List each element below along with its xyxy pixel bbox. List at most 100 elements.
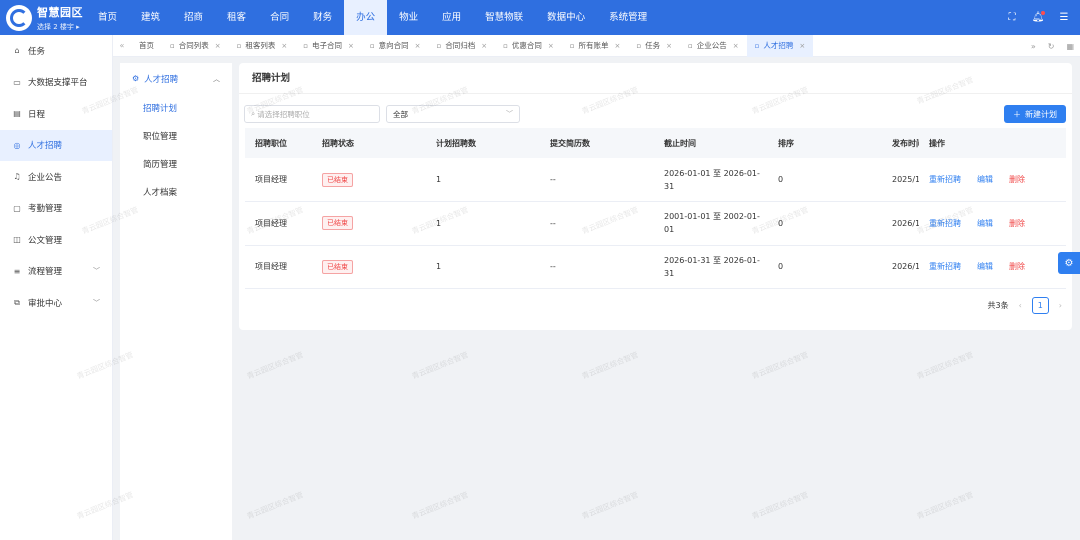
column-header: 排序 <box>768 128 882 158</box>
fullscreen-icon[interactable]: ⛶ <box>1006 12 1018 24</box>
nav-item-7[interactable]: 物业 <box>387 0 430 35</box>
nav-item-1[interactable]: 建筑 <box>129 0 172 35</box>
close-icon[interactable]: × <box>481 42 487 50</box>
nav-item-8[interactable]: 应用 <box>430 0 473 35</box>
brand[interactable]: 智慧园区 选择 2 楼宇 ▸ <box>0 4 86 32</box>
sidebar-item-4[interactable]: ♫ 企业公告 <box>0 161 112 193</box>
sub-menu-item-2[interactable]: 简历管理 <box>120 150 232 178</box>
sidebar-item-label: 流程管理 <box>28 267 63 278</box>
sub-menu-item-1[interactable]: 职位管理 <box>120 122 232 150</box>
sidebar-item-2[interactable]: ▤ 日程 <box>0 98 112 130</box>
tab-5[interactable]: ▫ 合同归档 × <box>429 35 496 57</box>
close-icon[interactable]: × <box>666 42 672 50</box>
delete-link[interactable]: 删除 <box>1009 219 1025 228</box>
restart-recruit-link[interactable]: 重新招聘 <box>929 262 961 271</box>
tab-6[interactable]: ▫ 优惠合同 × <box>495 35 562 57</box>
sidebar-item-label: 大数据支撑平台 <box>28 78 88 89</box>
menu-icon[interactable]: ☰ <box>1058 12 1070 24</box>
sidebar-item-3[interactable]: ◎ 人才招聘 <box>0 129 112 161</box>
close-icon[interactable]: × <box>615 42 621 50</box>
tab-1[interactable]: ▫ 合同列表 × <box>162 35 229 57</box>
tab-page-icon: ▫ <box>303 41 308 50</box>
main-nav: 首页 建筑 招商 租客 合同 财务 办公 物业 应用 智慧物联 数据中心 系统管理 <box>86 0 659 35</box>
tab-page-icon: ▫ <box>569 41 575 50</box>
sub-menu-head-label: 人才招聘 <box>144 74 179 85</box>
status-select-value: 全部 <box>393 109 408 119</box>
close-icon[interactable]: × <box>215 42 221 50</box>
calendar-icon: ▤ <box>13 109 21 119</box>
tab-0[interactable]: 首页 <box>131 35 162 57</box>
restart-recruit-link[interactable]: 重新招聘 <box>929 175 961 184</box>
tab-scroll-right-icon[interactable]: » <box>1031 42 1036 51</box>
tab-4[interactable]: ▫ 意向合同 × <box>362 35 429 57</box>
close-icon[interactable]: × <box>415 42 421 50</box>
building-selector[interactable]: 选择 2 楼宇 ▸ <box>37 22 83 32</box>
close-icon[interactable]: × <box>799 42 805 50</box>
nav-item-3[interactable]: 租客 <box>215 0 258 35</box>
nav-item-2[interactable]: 招商 <box>172 0 215 35</box>
tab-2[interactable]: ▫ 租客列表 × <box>229 35 296 57</box>
prev-page-icon[interactable]: ‹ <box>1019 301 1022 310</box>
edit-link[interactable]: 编辑 <box>977 175 993 184</box>
search-placeholder: 请选择招聘职位 <box>257 109 310 119</box>
nav-item-9[interactable]: 智慧物联 <box>473 0 535 35</box>
nav-item-11[interactable]: 系统管理 <box>597 0 659 35</box>
deadline-cell: 2026-01-01 至 2026-01-31 <box>654 158 768 202</box>
status-select[interactable]: 全部 ﹀ <box>386 105 520 123</box>
close-icon[interactable]: × <box>281 42 287 50</box>
edit-link[interactable]: 编辑 <box>977 219 993 228</box>
sub-menu-item-0[interactable]: 招聘计划 <box>120 94 232 122</box>
watermark: 青云园区综合智管 <box>580 490 640 521</box>
position-search-input[interactable]: ⌕ 请选择招聘职位 <box>244 105 380 123</box>
nav-item-5[interactable]: 财务 <box>301 0 344 35</box>
close-icon[interactable]: × <box>548 42 554 50</box>
sidebar-item-8[interactable]: ⧉ 审批中心 ﹀ <box>0 287 112 319</box>
refresh-icon[interactable]: ↻ <box>1048 42 1055 51</box>
sidebar-item-1[interactable]: ▭ 大数据支撑平台 <box>0 67 112 99</box>
bell-icon[interactable]: 🔔︎ <box>1032 10 1045 24</box>
recruit-icon: ◎ <box>13 140 21 150</box>
tab-10[interactable]: ▫ 人才招聘 × <box>746 34 814 57</box>
status-badge: 已结束 <box>322 172 353 187</box>
tab-3[interactable]: ▫ 电子合同 × <box>295 35 362 57</box>
sidebar-item-6[interactable]: ◫ 公文管理 <box>0 224 112 256</box>
settings-float-button[interactable]: ⚙ <box>1058 252 1080 274</box>
sub-menu: ⚙ 人才招聘 ︿ 招聘计划 职位管理 简历管理 人才档案 <box>120 63 232 540</box>
status-cell: 已结束 <box>312 201 426 246</box>
logo-icon <box>6 4 32 31</box>
tab-7[interactable]: ▫ 所有账单 × <box>562 35 629 57</box>
tab-page-icon: ▫ <box>688 41 693 50</box>
next-page-icon[interactable]: › <box>1059 301 1062 310</box>
nav-item-6[interactable]: 办公 <box>344 0 388 35</box>
tab-scroll-left-icon[interactable]: « <box>113 41 131 50</box>
delete-link[interactable]: 删除 <box>1009 262 1025 271</box>
deadline-cell: 2026-01-31 至 2026-01-31 <box>654 245 768 289</box>
nav-item-0[interactable]: 首页 <box>86 0 129 35</box>
edit-link[interactable]: 编辑 <box>977 262 993 271</box>
recruit-plan-card: 招聘计划 ⌕ 请选择招聘职位 全部 ﹀ ＋ 新建计划 招聘职位 招聘状态 计划招聘数… <box>239 63 1072 330</box>
tab-label: 意向合同 <box>378 41 409 50</box>
sub-menu-head[interactable]: ⚙ 人才招聘 ︿ <box>120 63 232 94</box>
close-icon[interactable]: × <box>348 42 354 50</box>
delete-link[interactable]: 删除 <box>1009 175 1025 184</box>
column-header: 招聘职位 <box>245 128 312 158</box>
tab-8[interactable]: ▫ 任务 × <box>628 35 680 57</box>
close-icon[interactable]: × <box>733 42 739 50</box>
sidebar-item-5[interactable]: ▢ 考勤管理 <box>0 193 112 225</box>
sidebar-item-7[interactable]: ≡ 流程管理 ﹀ <box>0 256 112 288</box>
sidebar-item-0[interactable]: ⌂ 任务 <box>0 35 112 67</box>
sidebar: ⌂ 任务 ▭ 大数据支撑平台 ▤ 日程 ◎ 人才招聘 ♫ 企业公告 ▢ 考勤管理 ◫ 公文管理 ≡ 流程管理 ﹀… <box>0 35 113 540</box>
nav-item-4[interactable]: 合同 <box>258 0 301 35</box>
page-number[interactable]: 1 <box>1031 297 1049 314</box>
nav-item-10[interactable]: 数据中心 <box>535 0 597 35</box>
tab-9[interactable]: ▫ 企业公告 × <box>680 35 747 57</box>
tab-page-icon: ▫ <box>236 41 242 50</box>
restart-recruit-link[interactable]: 重新招聘 <box>929 219 961 228</box>
grid-icon[interactable]: ▦ <box>1066 42 1074 51</box>
table-row: 项目经理已结束 1--2026-01-01 至 2026-01-3102025/1… <box>245 158 1066 202</box>
sub-menu-item-3[interactable]: 人才档案 <box>120 178 232 206</box>
chevron-down-icon: ﹀ <box>506 110 513 118</box>
tab-page-icon: ▫ <box>636 41 642 50</box>
new-plan-button[interactable]: ＋ 新建计划 <box>1004 105 1066 123</box>
watermark: 青云园区综合智管 <box>410 350 470 381</box>
